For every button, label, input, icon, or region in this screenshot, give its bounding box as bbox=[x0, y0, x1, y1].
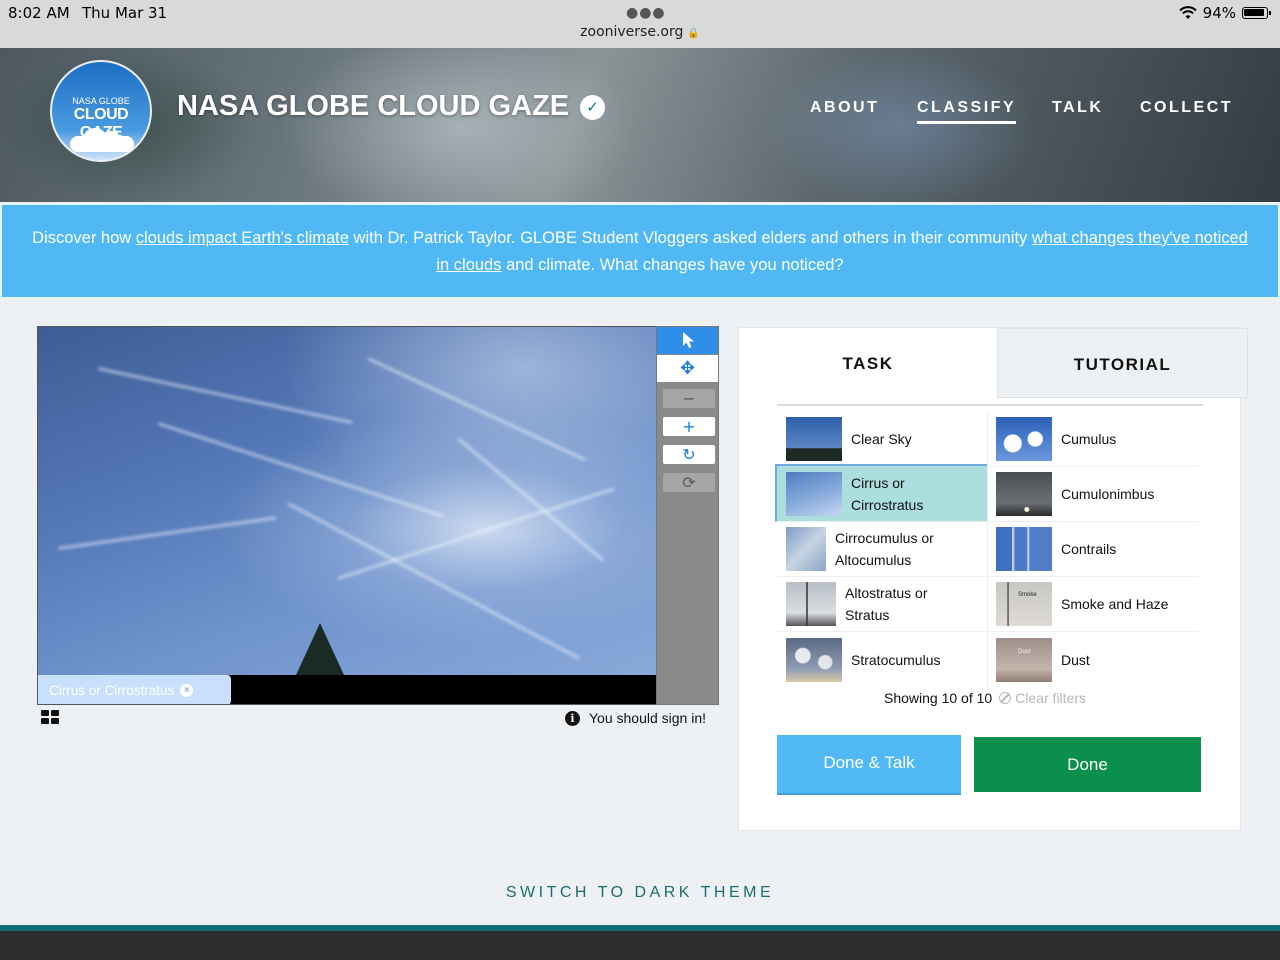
sign-in-notice: i You should sign in! bbox=[565, 710, 706, 726]
reset-icon[interactable]: ⟳ bbox=[663, 473, 715, 492]
smoke-thumb-caption: Smoke bbox=[1018, 592, 1037, 598]
viewer-toolbar: ✥ − + ↻ ⟳ bbox=[656, 326, 719, 705]
lock-icon: 🔒 bbox=[687, 28, 700, 39]
annotation-chip-label: Cirrus or Cirrostratus bbox=[49, 682, 175, 698]
info-icon: i bbox=[565, 710, 580, 726]
choice-cirrocumulus-or-altocumulus[interactable]: Cirrocumulus or Altocumulus bbox=[777, 522, 989, 577]
clear-filters-icon bbox=[999, 692, 1012, 704]
status-time: 8:02 AM bbox=[8, 4, 70, 22]
tab-task[interactable]: TASK bbox=[739, 328, 997, 398]
choice-stratocumulus[interactable]: Stratocumulus bbox=[777, 632, 989, 687]
choice-label: Altostratus or Stratus bbox=[845, 585, 928, 623]
choice-cumulus[interactable]: Cumulus bbox=[987, 412, 1199, 467]
done-button[interactable]: Done bbox=[974, 737, 1201, 792]
grid-view-icon[interactable] bbox=[41, 710, 59, 724]
choice-label: Smoke and Haze bbox=[1061, 596, 1169, 612]
smoke-thumbnail: Smoke bbox=[996, 582, 1052, 626]
nav-classify[interactable]: CLASSIFY bbox=[917, 99, 1017, 124]
choice-label: Cumulus bbox=[1061, 431, 1117, 447]
battery-percent: 94% bbox=[1202, 4, 1236, 22]
choice-cumulonimbus[interactable]: Cumulonimbus bbox=[987, 467, 1199, 522]
clear-sky-thumbnail bbox=[786, 417, 842, 461]
nav-collect[interactable]: COLLECT bbox=[1140, 99, 1233, 117]
logo-line-1: NASA GLOBE bbox=[72, 96, 130, 106]
stratocumulus-thumbnail bbox=[786, 637, 842, 682]
cirrus-thumbnail bbox=[786, 471, 842, 516]
choice-label: Cirrocumulus or Altocumulus bbox=[835, 530, 934, 568]
altostratus-thumbnail bbox=[786, 582, 836, 626]
clear-filters-button[interactable]: Clear filters bbox=[999, 690, 1086, 706]
url-text: zooniverse.org bbox=[580, 24, 684, 40]
choice-dust[interactable]: Dust Dust bbox=[987, 632, 1199, 687]
contrails-thumbnail bbox=[996, 527, 1052, 571]
dust-thumb-caption: Dust bbox=[1018, 648, 1031, 655]
choice-label: Cumulonimbus bbox=[1061, 486, 1155, 502]
clear-filters-label: Clear filters bbox=[1015, 690, 1086, 706]
project-header: NASA GLOBE CLOUD GAZE NASA GLOBE CLOUD G… bbox=[0, 48, 1280, 202]
rotate-icon[interactable]: ↻ bbox=[663, 445, 715, 464]
announcement-text: Discover how clouds impact Earth's clima… bbox=[32, 229, 1248, 274]
pointer-icon[interactable] bbox=[657, 327, 718, 354]
tab-divider bbox=[777, 404, 1203, 406]
cirrocumulus-thumbnail bbox=[786, 527, 826, 571]
task-panel: TASK TUTORIAL Clear Sky Cumulus Cirrus o… bbox=[738, 327, 1248, 831]
verified-badge-icon: ✓ bbox=[580, 95, 605, 120]
battery-icon bbox=[1242, 7, 1271, 19]
address-bar[interactable]: zooniverse.org 🔒 bbox=[0, 24, 1280, 40]
annotation-chip[interactable]: Cirrus or Cirrostratus × bbox=[38, 675, 231, 704]
status-indicators: 94% bbox=[1178, 4, 1271, 22]
sign-in-text: You should sign in! bbox=[589, 710, 707, 726]
nav-about[interactable]: ABOUT bbox=[810, 99, 879, 117]
climate-link[interactable]: clouds impact Earth's climate bbox=[136, 229, 349, 247]
choice-smoke-and-haze[interactable]: Smoke Smoke and Haze bbox=[987, 577, 1199, 632]
announcement-banner: Discover how clouds impact Earth's clima… bbox=[0, 203, 1280, 299]
project-title[interactable]: NASA GLOBE CLOUD GAZE bbox=[177, 90, 569, 123]
choice-label: Clear Sky bbox=[851, 431, 912, 447]
choice-label: Stratocumulus bbox=[851, 651, 941, 668]
switch-dark-theme-button[interactable]: SWITCH TO DARK THEME bbox=[0, 884, 1280, 902]
dust-thumbnail: Dust bbox=[996, 637, 1052, 682]
cumulonimbus-thumbnail bbox=[996, 472, 1052, 516]
move-icon[interactable]: ✥ bbox=[657, 355, 718, 382]
showing-count: Showing 10 of 10 bbox=[884, 690, 993, 706]
subject-viewer[interactable]: Cirrus or Cirrostratus × bbox=[37, 326, 657, 705]
project-logo[interactable]: NASA GLOBE CLOUD GAZE bbox=[50, 60, 152, 162]
site-footer bbox=[0, 925, 1280, 960]
choice-label: Dust bbox=[1061, 651, 1090, 668]
tab-tutorial[interactable]: TUTORIAL bbox=[997, 328, 1248, 398]
remove-annotation-icon[interactable]: × bbox=[180, 683, 194, 697]
choice-label: Contrails bbox=[1061, 541, 1117, 557]
logo-cloud-icon bbox=[70, 128, 134, 152]
choice-clear-sky[interactable]: Clear Sky bbox=[777, 412, 989, 467]
choice-altostratus-or-stratus[interactable]: Altostratus or Stratus bbox=[777, 577, 989, 632]
more-dots-icon[interactable]: ●●● bbox=[626, 5, 666, 21]
subject-image[interactable] bbox=[38, 327, 656, 675]
choice-label: Cirrus or Cirrostratus bbox=[851, 474, 924, 513]
done-and-talk-button[interactable]: Done & Talk bbox=[777, 735, 961, 795]
cumulus-thumbnail bbox=[996, 417, 1052, 461]
zoom-out-icon[interactable]: − bbox=[663, 389, 715, 408]
status-date: Thu Mar 31 bbox=[82, 4, 168, 22]
status-bar: 8:02 AM Thu Mar 31 ●●● zooniverse.org 🔒 9… bbox=[0, 0, 1280, 48]
filter-summary: Showing 10 of 10 Clear filters bbox=[884, 690, 1086, 706]
choice-cirrus-or-cirrostratus[interactable]: Cirrus or Cirrostratus bbox=[775, 464, 987, 522]
nav-talk[interactable]: TALK bbox=[1052, 99, 1103, 117]
wifi-icon bbox=[1178, 6, 1197, 19]
zoom-in-icon[interactable]: + bbox=[663, 417, 715, 436]
choice-contrails[interactable]: Contrails bbox=[987, 522, 1199, 577]
